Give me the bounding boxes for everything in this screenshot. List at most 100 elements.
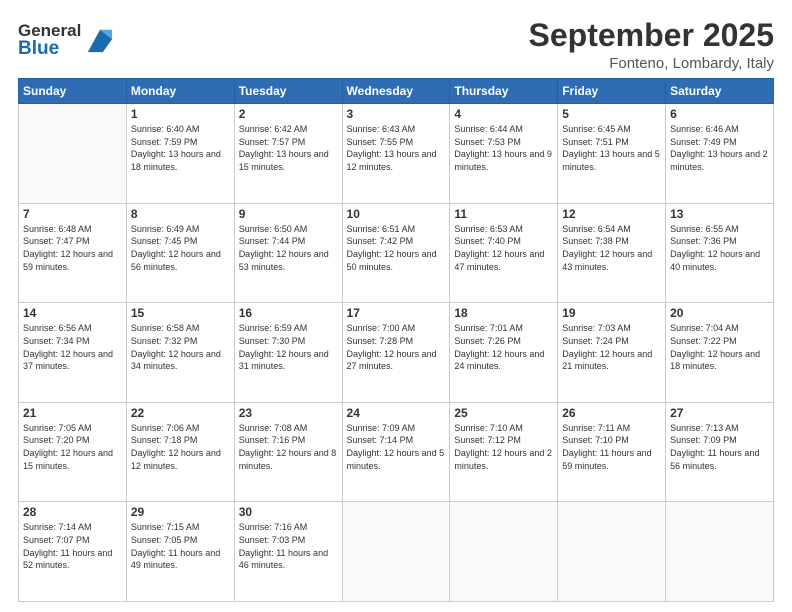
table-row: 9 Sunrise: 6:50 AMSunset: 7:44 PMDaylight… — [234, 203, 342, 303]
header: General Blue September 2025 Fonteno, Lom… — [18, 18, 774, 72]
calendar-week-row: 21 Sunrise: 7:05 AMSunset: 7:20 PMDayligh… — [19, 402, 774, 502]
calendar-week-row: 1Sunrise: 6:40 AMSunset: 7:59 PMDaylight… — [19, 104, 774, 204]
cell-info: Sunrise: 7:00 AMSunset: 7:28 PMDaylight:… — [347, 322, 446, 372]
day-number: 26 — [562, 406, 661, 420]
day-number: 17 — [347, 306, 446, 320]
cell-info: Sunrise: 7:01 AMSunset: 7:26 PMDaylight:… — [454, 322, 553, 372]
table-row — [666, 502, 774, 602]
day-number: 14 — [23, 306, 122, 320]
day-number: 24 — [347, 406, 446, 420]
table-row: 8Sunrise: 6:49 AMSunset: 7:45 PMDaylight… — [126, 203, 234, 303]
cell-info: Sunrise: 6:59 AMSunset: 7:30 PMDaylight:… — [239, 322, 338, 372]
title-block: September 2025 Fonteno, Lombardy, Italy — [529, 18, 774, 72]
table-row: 19 Sunrise: 7:03 AMSunset: 7:24 PMDayligh… — [558, 303, 666, 403]
table-row: 26 Sunrise: 7:11 AMSunset: 7:10 PMDayligh… — [558, 402, 666, 502]
location: Fonteno, Lombardy, Italy — [529, 55, 774, 72]
cell-info: Sunrise: 7:15 AMSunset: 7:05 PMDaylight:… — [131, 521, 230, 571]
logo: General Blue — [18, 22, 114, 58]
cell-info: Sunrise: 7:09 AMSunset: 7:14 PMDaylight:… — [347, 422, 446, 472]
day-number: 25 — [454, 406, 553, 420]
cell-info: Sunrise: 6:58 AMSunset: 7:32 PMDaylight:… — [131, 322, 230, 372]
cell-info: Sunrise: 6:53 AMSunset: 7:40 PMDaylight:… — [454, 223, 553, 273]
cell-info: Sunrise: 7:06 AMSunset: 7:18 PMDaylight:… — [131, 422, 230, 472]
cell-info: Sunrise: 7:11 AMSunset: 7:10 PMDaylight:… — [562, 422, 661, 472]
day-number: 2 — [239, 107, 338, 121]
cell-info: Sunrise: 7:10 AMSunset: 7:12 PMDaylight:… — [454, 422, 553, 472]
cell-info: Sunrise: 6:51 AMSunset: 7:42 PMDaylight:… — [347, 223, 446, 273]
day-number: 28 — [23, 505, 122, 519]
month-year: September 2025 — [529, 18, 774, 53]
table-row: 7Sunrise: 6:48 AMSunset: 7:47 PMDaylight… — [19, 203, 127, 303]
calendar-week-row: 28 Sunrise: 7:14 AMSunset: 7:07 PMDayligh… — [19, 502, 774, 602]
day-number: 5 — [562, 107, 661, 121]
day-number: 16 — [239, 306, 338, 320]
table-row — [342, 502, 450, 602]
day-number: 21 — [23, 406, 122, 420]
table-row: 14 Sunrise: 6:56 AMSunset: 7:34 PMDayligh… — [19, 303, 127, 403]
calendar-header-row: Sunday Monday Tuesday Wednesday Thursday… — [19, 79, 774, 104]
table-row — [19, 104, 127, 204]
table-row: 5 Sunrise: 6:45 AMSunset: 7:51 PMDaylight… — [558, 104, 666, 204]
header-saturday: Saturday — [666, 79, 774, 104]
calendar-week-row: 7Sunrise: 6:48 AMSunset: 7:47 PMDaylight… — [19, 203, 774, 303]
day-number: 27 — [670, 406, 769, 420]
table-row: 12 Sunrise: 6:54 AMSunset: 7:38 PMDayligh… — [558, 203, 666, 303]
table-row: 29Sunrise: 7:15 AMSunset: 7:05 PMDayligh… — [126, 502, 234, 602]
table-row — [558, 502, 666, 602]
day-number: 13 — [670, 207, 769, 221]
cell-info: Sunrise: 6:56 AMSunset: 7:34 PMDaylight:… — [23, 322, 122, 372]
table-row: 21 Sunrise: 7:05 AMSunset: 7:20 PMDayligh… — [19, 402, 127, 502]
table-row: 24 Sunrise: 7:09 AMSunset: 7:14 PMDayligh… — [342, 402, 450, 502]
cell-info: Sunrise: 7:08 AMSunset: 7:16 PMDaylight:… — [239, 422, 338, 472]
table-row: 6Sunrise: 6:46 AMSunset: 7:49 PMDaylight… — [666, 104, 774, 204]
table-row: 11 Sunrise: 6:53 AMSunset: 7:40 PMDayligh… — [450, 203, 558, 303]
cell-info: Sunrise: 6:45 AMSunset: 7:51 PMDaylight:… — [562, 123, 661, 173]
cell-info: Sunrise: 6:46 AMSunset: 7:49 PMDaylight:… — [670, 123, 769, 173]
table-row: 2 Sunrise: 6:42 AMSunset: 7:57 PMDaylight… — [234, 104, 342, 204]
logo-icon — [86, 26, 114, 54]
day-number: 22 — [131, 406, 230, 420]
day-number: 7 — [23, 207, 122, 221]
cell-info: Sunrise: 7:14 AMSunset: 7:07 PMDaylight:… — [23, 521, 122, 571]
header-wednesday: Wednesday — [342, 79, 450, 104]
cell-info: Sunrise: 6:43 AMSunset: 7:55 PMDaylight:… — [347, 123, 446, 173]
day-number: 11 — [454, 207, 553, 221]
cell-info: Sunrise: 7:05 AMSunset: 7:20 PMDaylight:… — [23, 422, 122, 472]
header-tuesday: Tuesday — [234, 79, 342, 104]
table-row: 15 Sunrise: 6:58 AMSunset: 7:32 PMDayligh… — [126, 303, 234, 403]
cell-info: Sunrise: 6:50 AMSunset: 7:44 PMDaylight:… — [239, 223, 338, 273]
day-number: 18 — [454, 306, 553, 320]
cell-info: Sunrise: 6:55 AMSunset: 7:36 PMDaylight:… — [670, 223, 769, 273]
cell-info: Sunrise: 6:49 AMSunset: 7:45 PMDaylight:… — [131, 223, 230, 273]
logo-text: General Blue — [18, 22, 114, 58]
table-row: 18 Sunrise: 7:01 AMSunset: 7:26 PMDayligh… — [450, 303, 558, 403]
cell-info: Sunrise: 6:44 AMSunset: 7:53 PMDaylight:… — [454, 123, 553, 173]
calendar-table: Sunday Monday Tuesday Wednesday Thursday… — [18, 78, 774, 602]
table-row: 16 Sunrise: 6:59 AMSunset: 7:30 PMDayligh… — [234, 303, 342, 403]
day-number: 19 — [562, 306, 661, 320]
table-row: 4 Sunrise: 6:44 AMSunset: 7:53 PMDaylight… — [450, 104, 558, 204]
day-number: 4 — [454, 107, 553, 121]
day-number: 12 — [562, 207, 661, 221]
cell-info: Sunrise: 6:54 AMSunset: 7:38 PMDaylight:… — [562, 223, 661, 273]
table-row: 17 Sunrise: 7:00 AMSunset: 7:28 PMDayligh… — [342, 303, 450, 403]
header-thursday: Thursday — [450, 79, 558, 104]
header-friday: Friday — [558, 79, 666, 104]
calendar-week-row: 14 Sunrise: 6:56 AMSunset: 7:34 PMDayligh… — [19, 303, 774, 403]
day-number: 9 — [239, 207, 338, 221]
table-row: 23 Sunrise: 7:08 AMSunset: 7:16 PMDayligh… — [234, 402, 342, 502]
day-number: 3 — [347, 107, 446, 121]
day-number: 15 — [131, 306, 230, 320]
day-number: 23 — [239, 406, 338, 420]
cell-info: Sunrise: 7:03 AMSunset: 7:24 PMDaylight:… — [562, 322, 661, 372]
table-row: 25 Sunrise: 7:10 AMSunset: 7:12 PMDayligh… — [450, 402, 558, 502]
table-row: 3 Sunrise: 6:43 AMSunset: 7:55 PMDaylight… — [342, 104, 450, 204]
cell-info: Sunrise: 6:42 AMSunset: 7:57 PMDaylight:… — [239, 123, 338, 173]
table-row: 20Sunrise: 7:04 AMSunset: 7:22 PMDayligh… — [666, 303, 774, 403]
header-sunday: Sunday — [19, 79, 127, 104]
table-row: 10Sunrise: 6:51 AMSunset: 7:42 PMDayligh… — [342, 203, 450, 303]
table-row: 22 Sunrise: 7:06 AMSunset: 7:18 PMDayligh… — [126, 402, 234, 502]
table-row: 1Sunrise: 6:40 AMSunset: 7:59 PMDaylight… — [126, 104, 234, 204]
table-row: 13 Sunrise: 6:55 AMSunset: 7:36 PMDayligh… — [666, 203, 774, 303]
table-row: 28 Sunrise: 7:14 AMSunset: 7:07 PMDayligh… — [19, 502, 127, 602]
